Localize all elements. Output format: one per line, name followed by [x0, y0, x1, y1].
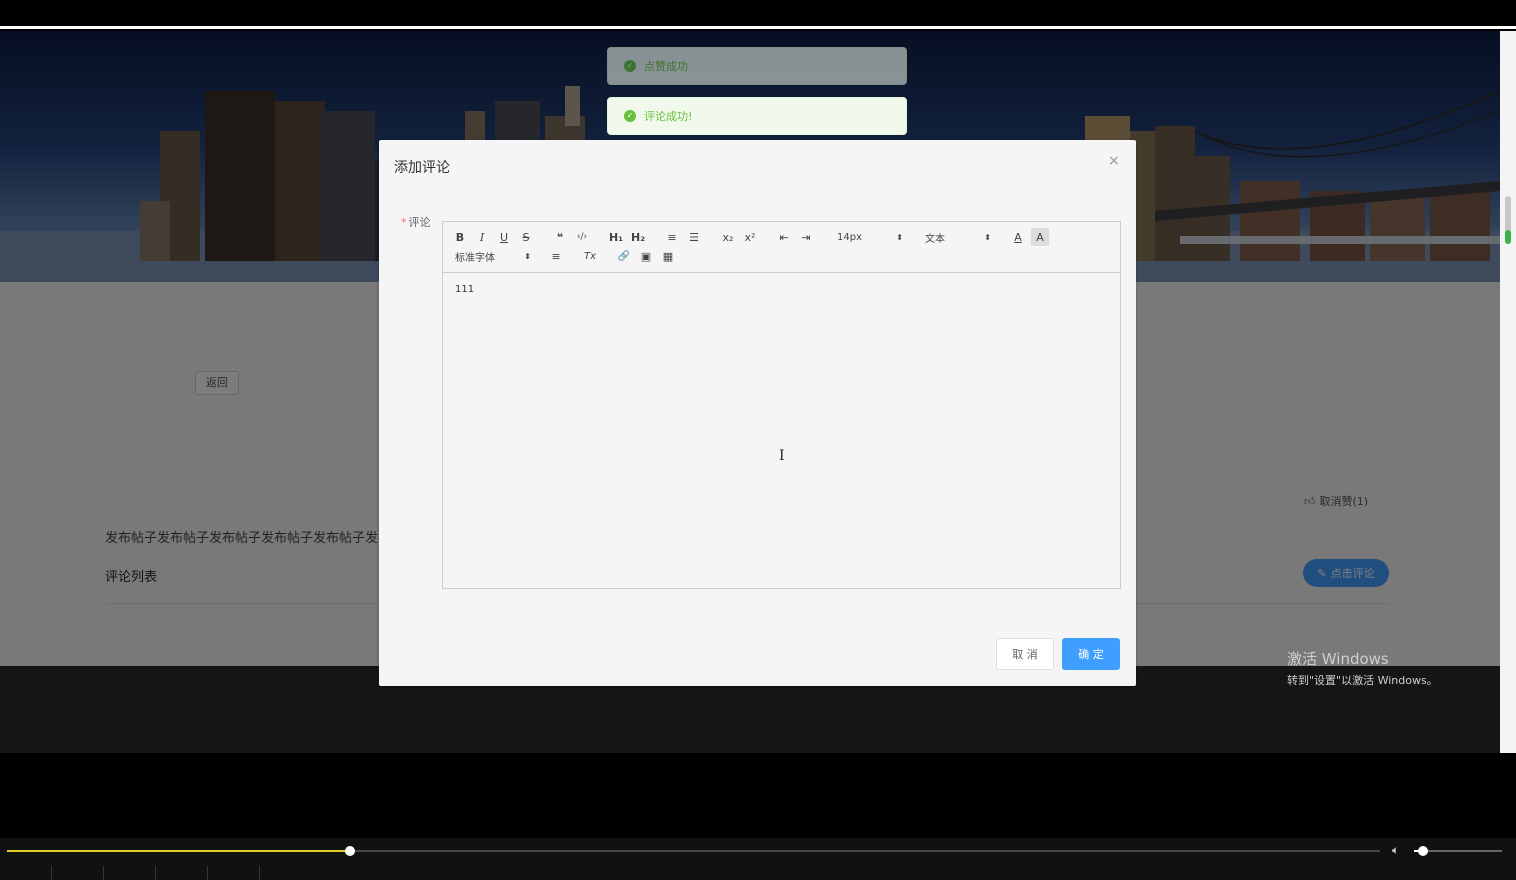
seek-progress [7, 850, 351, 852]
subscript-icon[interactable]: x₂ [719, 228, 737, 246]
comment-field-label: * 评论 [401, 214, 431, 230]
toast-text: 点赞成功 [644, 60, 688, 73]
heading2-icon[interactable]: H₂ [629, 228, 647, 246]
font-size-value: 14px [837, 231, 862, 243]
underline-icon[interactable]: U [495, 228, 513, 246]
background-color-icon[interactable]: A [1031, 228, 1049, 246]
control-slot[interactable] [0, 866, 52, 880]
strikethrough-icon[interactable]: S [517, 228, 535, 246]
text-color-icon[interactable]: A [1009, 228, 1027, 246]
scrollbar-thumb[interactable] [1505, 196, 1511, 244]
editor-toolbar: B I U S ❝ ‹/› H₁ H₂ ≡ ☰ x₂ x² ⇤ ⇥ 14px ⬍… [443, 222, 1120, 273]
font-family-select[interactable]: 标准字体 ⬍ [455, 247, 531, 265]
image-icon[interactable]: ▣ [637, 247, 655, 265]
control-slot[interactable] [156, 866, 208, 880]
toast-text: 评论成功! [644, 110, 693, 123]
toast-comment-success: ✓ 评论成功! [607, 97, 907, 135]
add-comment-dialog: 添加评论 × * 评论 B I U S ❝ ‹/› H₁ H₂ ≡ ☰ x₂ x… [379, 140, 1136, 686]
ordered-list-icon[interactable]: ≡ [663, 228, 681, 246]
dialog-title: 添加评论 [394, 160, 450, 176]
font-size-select[interactable]: 14px ⬍ [837, 228, 903, 246]
seek-handle[interactable] [345, 846, 356, 856]
check-circle-icon: ✓ [624, 110, 636, 122]
required-mark: * [401, 216, 407, 229]
frame-top-border [0, 26, 1516, 29]
blockquote-icon[interactable]: ❝ [551, 228, 569, 246]
web-page: 返回 👍︎ 取消赞(1) 发布帖子发布帖子发布帖子发布帖子发布帖子发布 评论列表… [0, 31, 1500, 753]
comment-label-text: 评论 [408, 216, 431, 229]
font-family-value: 标准字体 [455, 252, 495, 264]
toast-like-success: ✓ 点赞成功 [607, 47, 907, 85]
video-player-screen: 返回 👍︎ 取消赞(1) 发布帖子发布帖子发布帖子发布帖子发布帖子发布 评论列表… [0, 0, 1516, 880]
select-arrow-icon: ⬍ [524, 251, 531, 261]
check-circle-icon: ✓ [624, 60, 636, 72]
code-icon[interactable]: ‹/› [573, 228, 591, 246]
bullet-list-icon[interactable]: ☰ [685, 228, 703, 246]
seek-bar[interactable] [7, 850, 1380, 852]
confirm-button[interactable]: 确 定 [1062, 638, 1120, 670]
editor-content[interactable]: 111 [455, 284, 474, 295]
watermark-title: 激活 Windows [1287, 650, 1389, 668]
header-value: 文本 [925, 233, 945, 245]
rich-text-editor[interactable]: B I U S ❝ ‹/› H₁ H₂ ≡ ☰ x₂ x² ⇤ ⇥ 14px ⬍… [442, 221, 1121, 589]
indent-icon[interactable]: ⇥ [797, 228, 815, 246]
windows-activation-watermark: 激活 Windows 转到"设置"以激活 Windows。 [1287, 648, 1438, 688]
volume-handle[interactable] [1417, 846, 1428, 856]
select-arrow-icon: ⬍ [896, 232, 903, 242]
close-icon[interactable]: × [1108, 153, 1120, 169]
control-slot[interactable] [104, 866, 156, 880]
volume-icon[interactable]: 🔈︎ [1392, 843, 1399, 858]
header-select[interactable]: 文本 ⬍ [925, 228, 991, 246]
control-slot[interactable] [52, 866, 104, 880]
heading1-icon[interactable]: H₁ [607, 228, 625, 246]
italic-icon[interactable]: I [473, 228, 491, 246]
player-controls: 🔈︎ [0, 838, 1516, 880]
text-cursor-icon: I [779, 448, 785, 464]
cancel-button[interactable]: 取 消 [996, 638, 1054, 670]
align-icon[interactable]: ≡ [547, 247, 565, 265]
superscript-icon[interactable]: x² [741, 228, 759, 246]
clear-format-icon[interactable]: Tx [581, 247, 599, 265]
link-icon[interactable]: 🔗 [615, 247, 633, 265]
video-icon[interactable]: ▦ [659, 247, 677, 265]
control-slot[interactable] [208, 866, 260, 880]
watermark-subtitle: 转到"设置"以激活 Windows。 [1287, 674, 1438, 687]
bold-icon[interactable]: B [451, 228, 469, 246]
outdent-icon[interactable]: ⇤ [775, 228, 793, 246]
select-arrow-icon: ⬍ [984, 232, 991, 242]
page-scrollbar[interactable] [1500, 31, 1516, 753]
control-buttons-row [0, 866, 1516, 880]
